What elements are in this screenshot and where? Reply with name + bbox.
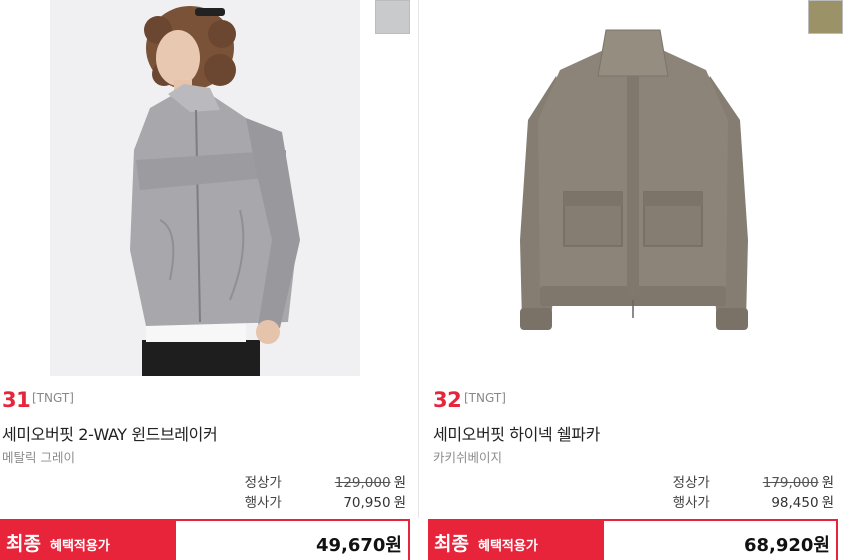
- final-price-box[interactable]: 최종 혜택적용가 68,920원: [428, 519, 838, 560]
- final-label: 최종: [434, 533, 469, 555]
- event-price-value: 70,950: [343, 495, 391, 511]
- event-price-label: 행사가: [672, 495, 710, 511]
- product-color: 메탈릭 그레이: [2, 450, 75, 465]
- final-price-value: 68,920원: [743, 535, 830, 556]
- product-image[interactable]: [428, 0, 838, 376]
- color-swatch[interactable]: [375, 0, 410, 34]
- product-card[interactable]: 32 [TNGT] 세미오버핏 하이넥 쉘파카 카키쉬베이지 정상가 179,00…: [428, 0, 843, 560]
- final-price-tag: 최종 혜택적용가: [430, 521, 604, 560]
- final-price-box[interactable]: 최종 혜택적용가 49,670원: [0, 519, 410, 560]
- brand-label: [TNGT]: [32, 391, 74, 405]
- product-name[interactable]: 세미오버핏 하이넥 쉘파카: [433, 421, 600, 445]
- product-name[interactable]: 세미오버핏 2-WAY 윈드브레이커: [2, 421, 218, 445]
- currency-unit: 원: [821, 495, 834, 511]
- product-card[interactable]: 31 [TNGT] 세미오버핏 2-WAY 윈드브레이커 메탈릭 그레이 정상가…: [0, 0, 410, 560]
- regular-price-value: 179,000: [762, 475, 819, 491]
- currency-unit: 원: [393, 495, 406, 511]
- regular-price-label: 정상가: [672, 475, 710, 491]
- rank-number: 32: [433, 388, 462, 412]
- event-price-row: 행사가 70,950 원: [245, 491, 406, 511]
- currency-unit: 원: [821, 475, 834, 491]
- regular-price-value: 129,000: [334, 475, 391, 491]
- final-price-tag: 최종 혜택적용가: [2, 521, 176, 560]
- product-image[interactable]: [50, 0, 360, 376]
- card-divider: [418, 0, 419, 518]
- regular-price-row: 정상가 129,000 원: [245, 471, 406, 491]
- benefit-label: 혜택적용가: [50, 539, 110, 554]
- event-price-label: 행사가: [244, 495, 282, 511]
- brand-label: [TNGT]: [464, 391, 506, 405]
- color-swatch[interactable]: [808, 0, 843, 34]
- regular-price-row: 정상가 179,000 원: [673, 471, 834, 491]
- model-windbreaker-illustration: [50, 0, 360, 376]
- event-price-row: 행사가 98,450 원: [673, 491, 834, 511]
- khaki-jacket-illustration: [428, 0, 838, 376]
- product-color: 카키쉬베이지: [433, 450, 503, 465]
- rank-number: 31: [2, 388, 31, 412]
- benefit-label: 혜택적용가: [478, 539, 538, 554]
- final-price-value: 49,670원: [315, 535, 402, 556]
- currency-unit: 원: [393, 475, 406, 491]
- regular-price-label: 정상가: [244, 475, 282, 491]
- final-label: 최종: [6, 533, 41, 555]
- event-price-value: 98,450: [771, 495, 819, 511]
